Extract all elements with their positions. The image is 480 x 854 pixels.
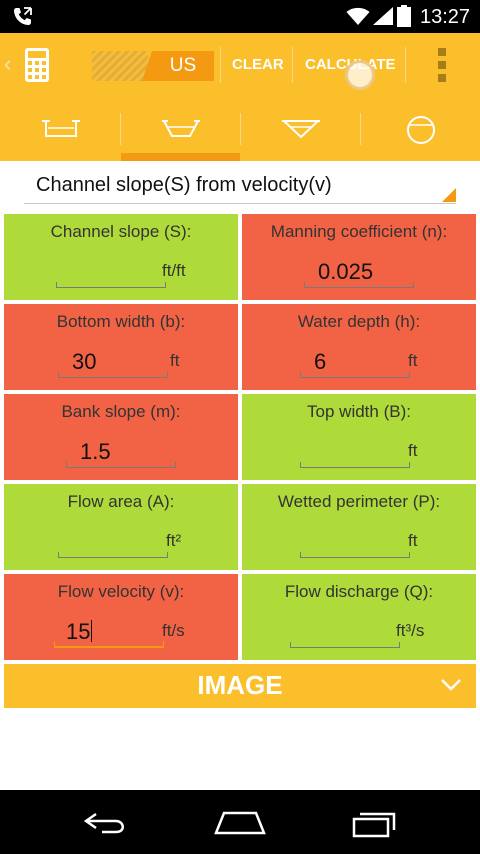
bank-slope-field[interactable]: 1.5 bbox=[66, 434, 176, 468]
status-bar: 13:27 bbox=[0, 0, 480, 33]
water-depth-label: Water depth (h): bbox=[297, 312, 421, 331]
tab-rectangular-channel[interactable] bbox=[0, 97, 120, 161]
top-width-cell: Top width (B): ft bbox=[242, 394, 476, 480]
back-icon[interactable] bbox=[82, 810, 130, 836]
selected-tab-indicator bbox=[121, 153, 240, 161]
action-bar: ‹ US CLEAR CALCULATE bbox=[0, 33, 480, 97]
channel-slope-cell: Channel slope (S): ft/ft bbox=[4, 214, 238, 300]
bank-slope-label: Bank slope (m): bbox=[61, 402, 181, 421]
flow-area-cell: Flow area (A): ft² bbox=[4, 484, 238, 570]
unit-toggle-us[interactable]: US bbox=[142, 51, 214, 81]
text-caret bbox=[91, 620, 93, 642]
divider bbox=[220, 47, 221, 83]
flow-discharge-label: Flow discharge (Q): bbox=[284, 582, 434, 601]
wetted-perimeter-unit: ft bbox=[408, 531, 418, 550]
bottom-width-value: 30 bbox=[72, 349, 97, 374]
unit-toggle-unselected-half[interactable] bbox=[92, 51, 148, 81]
tab-separator bbox=[120, 113, 121, 145]
bottom-width-label: Bottom width (b): bbox=[56, 312, 186, 331]
water-depth-field[interactable]: 6 bbox=[300, 344, 410, 378]
calculator-app-icon[interactable] bbox=[24, 47, 50, 83]
calculation-mode-dropdown[interactable]: Channel slope(S) from velocity(v) bbox=[24, 164, 456, 206]
cell-signal-icon bbox=[373, 7, 393, 25]
flow-discharge-field[interactable] bbox=[290, 614, 400, 648]
home-icon[interactable] bbox=[214, 810, 266, 836]
flow-area-label: Flow area (A): bbox=[67, 492, 175, 511]
bank-slope-value: 1.5 bbox=[80, 439, 111, 464]
flow-velocity-field[interactable]: 15 bbox=[54, 614, 164, 648]
unit-system-toggle[interactable]: US bbox=[92, 51, 214, 81]
touch-indicator bbox=[345, 60, 375, 90]
dropdown-underline bbox=[24, 203, 456, 204]
dropdown-corner-icon bbox=[442, 188, 456, 202]
top-width-field[interactable] bbox=[300, 434, 410, 468]
water-depth-cell: Water depth (h): 6 ft bbox=[242, 304, 476, 390]
wetted-perimeter-label: Wetted perimeter (P): bbox=[277, 492, 441, 511]
system-navigation-bar bbox=[0, 790, 480, 854]
divider bbox=[292, 47, 293, 83]
rectangular-channel-icon bbox=[42, 120, 80, 137]
top-width-label: Top width (B): bbox=[307, 402, 411, 421]
tab-circular-channel[interactable] bbox=[360, 97, 480, 161]
manning-coefficient-cell: Manning coefficient (n): 0.025 bbox=[242, 214, 476, 300]
flow-velocity-label: Flow velocity (v): bbox=[57, 582, 185, 601]
bottom-width-field[interactable]: 30 bbox=[58, 344, 168, 378]
wifi-icon bbox=[346, 7, 370, 25]
trapezoidal-channel-icon bbox=[162, 120, 200, 137]
manning-coefficient-field[interactable]: 0.025 bbox=[304, 254, 414, 288]
wetted-perimeter-field[interactable] bbox=[300, 524, 410, 558]
manning-coefficient-value: 0.025 bbox=[318, 259, 374, 284]
circular-channel-icon bbox=[407, 116, 435, 144]
triangular-channel-icon bbox=[282, 120, 320, 139]
water-depth-value: 6 bbox=[314, 349, 327, 374]
channel-slope-label: Channel slope (S): bbox=[50, 222, 192, 241]
flow-discharge-cell: Flow discharge (Q): ft³/s bbox=[242, 574, 476, 660]
tab-triangular-channel[interactable] bbox=[240, 97, 360, 161]
up-chevron-icon[interactable]: ‹ bbox=[4, 53, 11, 75]
channel-slope-unit: ft/ft bbox=[162, 261, 186, 280]
flow-discharge-unit: ft³/s bbox=[396, 621, 425, 640]
bottom-width-unit: ft bbox=[170, 351, 180, 370]
battery-icon bbox=[397, 5, 411, 27]
clear-button[interactable]: CLEAR bbox=[232, 33, 284, 97]
top-width-unit: ft bbox=[408, 441, 418, 460]
manning-coefficient-label: Manning coefficient (n): bbox=[270, 222, 448, 241]
divider bbox=[405, 47, 406, 83]
clock: 13:27 bbox=[420, 6, 471, 28]
flow-area-field[interactable] bbox=[58, 524, 168, 558]
calculation-mode-selected: Channel slope(S) from velocity(v) bbox=[36, 174, 332, 196]
wetted-perimeter-cell: Wetted perimeter (P): ft bbox=[242, 484, 476, 570]
recent-apps-icon[interactable] bbox=[350, 810, 400, 838]
water-depth-unit: ft bbox=[408, 351, 418, 370]
overflow-menu-icon[interactable] bbox=[437, 48, 447, 82]
bank-slope-cell: Bank slope (m): 1.5 bbox=[4, 394, 238, 480]
image-section-label: IMAGE bbox=[197, 670, 283, 700]
flow-area-unit: ft² bbox=[166, 531, 182, 550]
phone-call-icon bbox=[14, 7, 32, 25]
image-section-toggle[interactable]: IMAGE bbox=[4, 664, 476, 708]
channel-slope-field[interactable] bbox=[56, 254, 166, 288]
tab-trapezoidal-channel[interactable] bbox=[120, 97, 240, 161]
flow-velocity-cell: Flow velocity (v): 15 ft/s bbox=[4, 574, 238, 660]
tab-separator bbox=[360, 113, 361, 145]
bottom-width-cell: Bottom width (b): 30 ft bbox=[4, 304, 238, 390]
tab-separator bbox=[240, 113, 241, 145]
flow-velocity-value: 15 bbox=[66, 619, 91, 644]
flow-velocity-unit: ft/s bbox=[162, 621, 185, 640]
chevron-down-icon bbox=[441, 679, 461, 691]
